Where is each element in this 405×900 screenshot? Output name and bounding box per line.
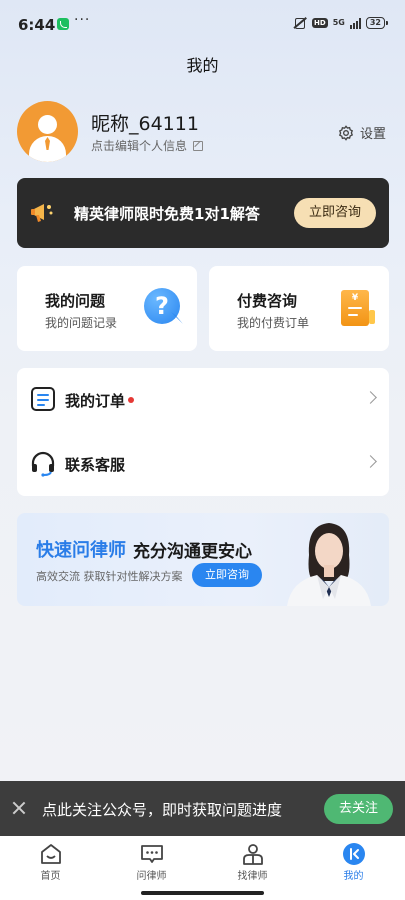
chat-bubble-icon — [141, 845, 163, 863]
list-item-label: 联系客服 — [65, 456, 126, 474]
nav-home[interactable]: 首页 — [0, 836, 101, 886]
paid-consult-card[interactable]: 付费咨询 我的付费订单 ¥ — [209, 266, 389, 351]
nav-find-lawyer[interactable]: 找律师 — [202, 836, 303, 886]
close-icon[interactable] — [11, 800, 27, 816]
status-indicators: HD 5G 32 — [293, 17, 389, 29]
battery-icon: 32 — [365, 17, 389, 29]
megaphone-icon — [31, 204, 53, 222]
nav-label: 问律师 — [136, 871, 167, 882]
order-list-icon — [31, 387, 55, 411]
gear-icon — [338, 124, 354, 141]
settings-button[interactable]: 设置 — [338, 123, 386, 142]
follow-prompt: 点此关注公众号，即时获取问题进度 — [42, 801, 283, 819]
banner-title-highlight: 快速问律师 — [36, 540, 126, 561]
card-subtitle: 我的付费订单 — [237, 316, 310, 330]
nav-label: 找律师 — [237, 871, 268, 882]
banner-subtitle: 高效交流 获取针对性解决方案 — [36, 570, 183, 583]
page-title: 我的 — [186, 56, 219, 75]
menu-list: 我的订单 联系客服 — [17, 368, 389, 496]
chevron-right-icon — [364, 455, 377, 468]
status-bar: 6:44 ··· HD 5G 32 — [0, 0, 405, 48]
home-indicator — [141, 891, 264, 895]
unread-badge — [128, 397, 134, 403]
edit-profile-label: 点击编辑个人信息 — [91, 139, 188, 153]
phone-call-icon — [57, 18, 69, 30]
follow-account-bar: 点此关注公众号，即时获取问题进度 去关注 — [0, 781, 405, 836]
list-item-my-orders[interactable]: 我的订单 — [17, 368, 389, 432]
status-time: 6:44 — [18, 16, 56, 34]
headset-icon — [31, 451, 55, 477]
avatar-head — [38, 115, 57, 134]
receipt-icon: ¥ — [341, 290, 375, 326]
list-item-label: 我的订单 — [65, 392, 126, 410]
avatar[interactable] — [17, 101, 78, 162]
person-icon — [243, 844, 263, 865]
nav-ask-lawyer[interactable]: 问律师 — [101, 836, 202, 886]
home-icon — [41, 844, 61, 864]
my-questions-card[interactable]: 我的问题 我的问题记录 ? — [17, 266, 197, 351]
edit-icon — [193, 140, 204, 151]
promo-banner[interactable]: 精英律师限时免费1对1解答 立即咨询 — [17, 178, 389, 248]
list-item-customer-service[interactable]: 联系客服 — [17, 432, 389, 496]
follow-button[interactable]: 去关注 — [324, 794, 393, 824]
card-title: 我的问题 — [45, 292, 106, 310]
nav-mine[interactable]: 我的 — [303, 836, 404, 886]
banner-consult-button[interactable]: 立即咨询 — [192, 563, 262, 587]
settings-label: 设置 — [359, 127, 386, 142]
lawyer-photo — [287, 523, 371, 606]
edit-profile-link[interactable]: 点击编辑个人信息 — [91, 137, 204, 154]
signal-icon — [349, 17, 361, 29]
profile-tab-icon — [343, 843, 365, 865]
question-icon: ? — [144, 288, 180, 324]
promo-consult-button[interactable]: 立即咨询 — [294, 198, 376, 228]
card-subtitle: 我的问题记录 — [45, 316, 118, 330]
nickname[interactable]: 昵称_64111 — [91, 109, 199, 136]
nav-label: 首页 — [40, 871, 61, 882]
chevron-right-icon — [364, 391, 377, 404]
ask-lawyer-banner[interactable]: 快速问律师 充分沟通更安心 高效交流 获取针对性解决方案 立即咨询 — [17, 513, 389, 606]
banner-title: 充分沟通更安心 — [133, 542, 252, 562]
mute-icon — [293, 17, 307, 29]
card-title: 付费咨询 — [237, 292, 298, 310]
promo-text: 精英律师限时免费1对1解答 — [74, 205, 260, 223]
network-type: 5G — [332, 18, 345, 27]
nav-label: 我的 — [343, 871, 364, 882]
hd-icon: HD — [312, 18, 328, 28]
more-notifications-icon: ··· — [74, 12, 91, 28]
